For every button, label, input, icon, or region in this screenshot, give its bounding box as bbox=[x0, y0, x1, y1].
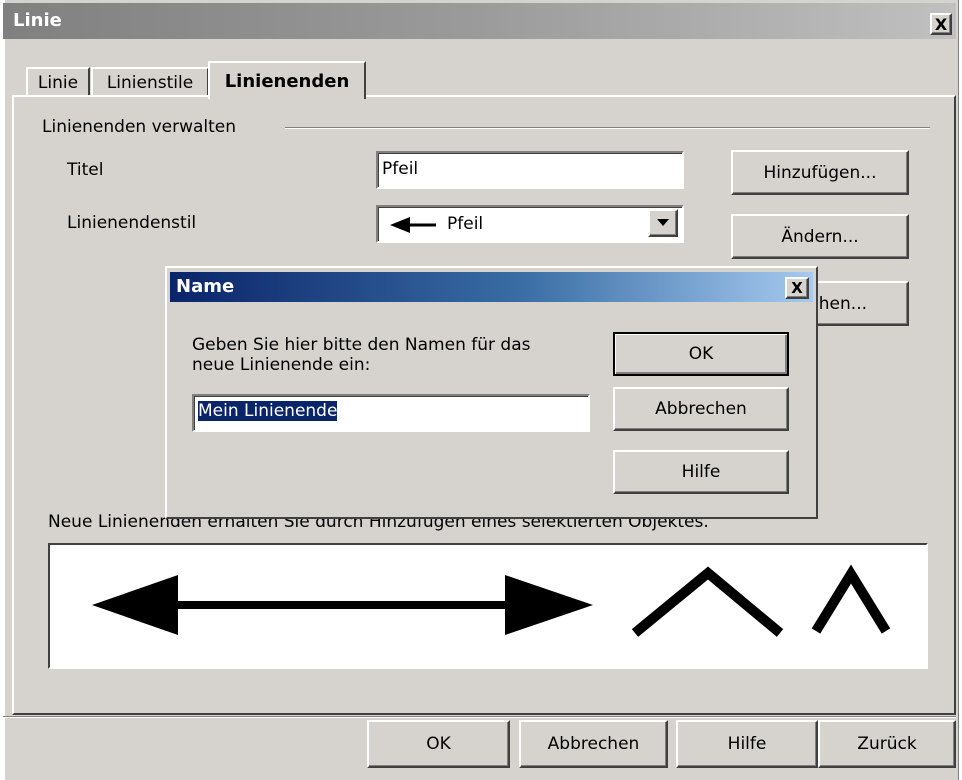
tab-linienstile[interactable]: Linienstile bbox=[91, 67, 209, 97]
name-dialog-title: Name bbox=[176, 276, 235, 297]
name-ok-button[interactable]: OK bbox=[613, 332, 789, 376]
tab-label: Linie bbox=[37, 73, 79, 93]
back-button[interactable]: Zurück bbox=[818, 720, 956, 768]
close-icon: X bbox=[934, 14, 948, 34]
help-button[interactable]: Hilfe bbox=[676, 720, 818, 768]
dropdown-button[interactable] bbox=[648, 209, 678, 237]
name-dialog-titlebar[interactable]: Name bbox=[170, 272, 813, 302]
title-label: Titel bbox=[67, 160, 104, 180]
name-help-button[interactable]: Hilfe bbox=[613, 450, 789, 494]
cancel-button[interactable]: Abbrechen bbox=[519, 720, 668, 768]
close-icon: X bbox=[791, 279, 803, 297]
name-prompt-line1: Geben Sie hier bitte den Namen für das bbox=[192, 335, 531, 355]
ok-button[interactable]: OK bbox=[367, 720, 510, 768]
name-dialog-close-button[interactable]: X bbox=[785, 277, 809, 299]
help-button-label: Hilfe bbox=[727, 734, 767, 754]
cancel-button-label: Abbrechen bbox=[547, 734, 640, 754]
name-ok-label: OK bbox=[688, 344, 714, 364]
name-help-label: Hilfe bbox=[681, 462, 721, 482]
chevron-down-icon bbox=[657, 219, 669, 226]
line-end-preview bbox=[48, 543, 928, 669]
arrow-right-head-icon bbox=[505, 575, 593, 635]
tab-label: Linienenden bbox=[224, 70, 350, 92]
name-input-value: Mein Linienende bbox=[198, 401, 338, 421]
group-title: Linienenden verwalten bbox=[42, 117, 237, 137]
back-button-label: Zurück bbox=[857, 734, 917, 754]
add-button[interactable]: Hinzufügen... bbox=[731, 150, 909, 195]
add-button-label: Hinzufügen... bbox=[763, 162, 877, 183]
arrow-left-head-icon bbox=[92, 575, 178, 635]
name-input[interactable]: Mein Linienende bbox=[192, 394, 590, 432]
arrow-left-icon bbox=[390, 217, 436, 233]
title-input-value: Pfeil bbox=[382, 159, 419, 179]
chevron-narrow-icon bbox=[811, 564, 891, 634]
name-prompt-line2: neue Linienende ein: bbox=[192, 355, 371, 375]
name-dialog: Name X Geben Sie hier bitte den Namen fü… bbox=[165, 266, 818, 519]
chevron-wide-icon bbox=[631, 566, 784, 637]
line-end-style-select[interactable]: Pfeil bbox=[376, 205, 684, 243]
title-input[interactable]: Pfeil bbox=[376, 151, 684, 189]
footer-separator bbox=[3, 716, 956, 718]
window-title: Linie bbox=[13, 10, 62, 31]
name-cancel-label: Abbrechen bbox=[655, 399, 747, 419]
modify-button-label: Ändern... bbox=[781, 226, 859, 247]
line-end-style-value: Pfeil bbox=[447, 214, 484, 234]
tab-label: Linienstile bbox=[106, 73, 194, 93]
group-separator bbox=[285, 127, 930, 129]
name-cancel-button[interactable]: Abbrechen bbox=[613, 387, 789, 431]
modify-button[interactable]: Ändern... bbox=[731, 214, 909, 259]
line-end-style-label: Linienendenstil bbox=[67, 213, 197, 233]
window-close-button[interactable]: X bbox=[930, 13, 952, 35]
tab-linie[interactable]: Linie bbox=[26, 67, 90, 97]
ok-button-label: OK bbox=[426, 734, 451, 754]
tab-linienenden[interactable]: Linienenden bbox=[208, 61, 366, 99]
window-titlebar[interactable]: Linie bbox=[3, 3, 956, 39]
